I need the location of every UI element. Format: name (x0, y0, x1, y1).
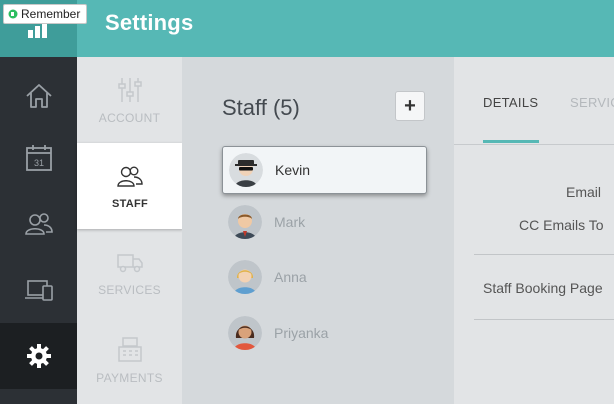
calendar-day: 31 (33, 158, 43, 168)
nav-customers[interactable] (0, 191, 77, 257)
remember-button[interactable]: Remember (3, 4, 88, 24)
nav-devices[interactable] (0, 257, 77, 323)
staff-row-anna[interactable]: Anna (222, 253, 427, 301)
staff-name: Anna (274, 269, 307, 285)
register-icon (117, 337, 142, 362)
devices-icon (24, 280, 53, 301)
remember-label: Remember (21, 7, 81, 21)
settings-item-payments[interactable]: PAYMENTS (77, 317, 182, 403)
calendar-icon: 31 (25, 145, 52, 171)
nav-home[interactable] (0, 63, 77, 129)
sliders-icon (117, 78, 142, 102)
tab-details[interactable]: DETAILS (483, 95, 538, 110)
evernote-icon (8, 9, 18, 19)
gear-icon (26, 344, 51, 368)
divider (474, 254, 614, 255)
settings-item-services[interactable]: SERVICES (77, 229, 182, 315)
staff-booking-page-label: Staff Booking Page (483, 280, 603, 296)
customers-icon (24, 213, 53, 235)
page-title: Settings (105, 10, 194, 35)
staff-panel: Staff (5) + Kevin Mark Anna Priyanka (182, 57, 454, 404)
cc-emails-label: CC Emails To (519, 217, 604, 233)
app-logo-icon (28, 22, 48, 38)
app-header: Remember Settings (0, 0, 614, 57)
staff-name: Kevin (275, 162, 311, 178)
email-label: Email (566, 184, 602, 200)
avatar (228, 316, 262, 350)
divider (474, 319, 614, 320)
settings-item-label: SERVICES (98, 283, 161, 297)
staff-row-priyanka[interactable]: Priyanka (222, 309, 427, 357)
staff-name: Priyanka (274, 325, 329, 341)
staff-title: Staff (5) (222, 95, 300, 120)
home-icon (25, 84, 52, 108)
staff-icon (117, 166, 143, 187)
add-staff-button[interactable]: + (395, 91, 425, 121)
left-nav: 31 (0, 57, 77, 404)
staff-name: Mark (274, 214, 306, 230)
details-tabs: DETAILS SERVIC (454, 57, 614, 145)
staff-row-kevin[interactable]: Kevin (222, 146, 427, 194)
settings-item-staff[interactable]: STAFF (77, 143, 183, 229)
settings-item-account[interactable]: ACCOUNT (77, 57, 182, 143)
avatar (228, 205, 262, 239)
active-tab-indicator (483, 140, 539, 143)
settings-item-label: STAFF (111, 198, 149, 210)
truck-icon (116, 254, 143, 273)
avatar (228, 260, 262, 294)
avatar (229, 153, 263, 187)
staff-row-mark[interactable]: Mark (222, 198, 427, 246)
details-panel: DETAILS SERVIC Email CC Emails To Staff … (454, 57, 614, 404)
tab-services[interactable]: SERVIC (570, 95, 614, 110)
nav-settings[interactable] (0, 323, 77, 389)
settings-item-label: ACCOUNT (98, 111, 161, 125)
settings-item-label: PAYMENTS (96, 371, 163, 385)
settings-menu: ACCOUNT SERVICES PAYMENTS (77, 57, 182, 404)
nav-calendar[interactable]: 31 (0, 125, 77, 191)
